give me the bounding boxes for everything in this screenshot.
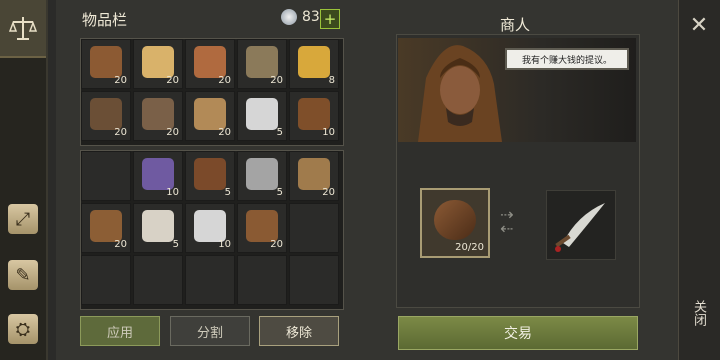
receive-slot[interactable] (546, 190, 616, 260)
item-quantity: 5 (276, 187, 283, 198)
offer-qty: 20/20 (455, 242, 484, 253)
gold-ring-icon (298, 46, 330, 78)
sidebar-item-scale[interactable] (0, 0, 46, 58)
left-sidebar: ⤢ ✎ ⛭ (0, 0, 48, 360)
inventory-slot[interactable]: 20 (81, 203, 131, 253)
empty-inventory-slot[interactable] (289, 203, 339, 253)
item-quantity: 20 (270, 239, 283, 250)
cloth-roll-icon (194, 98, 226, 130)
close-button[interactable]: 关闭 (688, 300, 708, 340)
backpack-icon: ⛭ (8, 314, 38, 344)
exchange-arrows-icon: ⇢ ⇠ (500, 205, 514, 238)
sidebar-item-scroll[interactable]: ✎ (0, 252, 46, 298)
scroll-icon: ✎ (8, 260, 38, 290)
empty-inventory-slot[interactable] (289, 255, 339, 305)
scale-icon (8, 17, 38, 40)
item-quantity: 20 (166, 127, 179, 138)
inventory-slot[interactable]: 20 (133, 39, 183, 89)
item-quantity: 20 (114, 75, 127, 86)
inventory-slot[interactable]: 20 (185, 39, 235, 89)
stone-block-icon (246, 158, 278, 190)
crossed-arrows-icon (298, 98, 330, 130)
item-quantity: 20 (166, 75, 179, 86)
leather-scroll-icon (90, 210, 122, 242)
wood-plank-icon (142, 98, 174, 130)
bead-string-icon (298, 158, 330, 190)
item-quantity: 5 (224, 187, 231, 198)
item-quantity: 20 (218, 127, 231, 138)
empty-inventory-slot[interactable] (185, 255, 235, 305)
inventory-slot[interactable]: 20 (81, 39, 131, 89)
trade-button[interactable]: 交易 (398, 316, 638, 350)
hide-icon (246, 210, 278, 242)
item-quantity: 20 (270, 75, 283, 86)
item-quantity: 10 (322, 127, 335, 138)
silver-coin-icon (281, 9, 297, 25)
item-quantity: 20 (322, 187, 335, 198)
skull-icon (142, 210, 174, 242)
merchant-title: 商人 (500, 16, 531, 34)
inventory-slot[interactable]: 5 (237, 91, 287, 141)
sidebar-item-backpack[interactable]: ⛭ (0, 306, 46, 352)
sidebar-item-map[interactable]: ⤢ (0, 196, 46, 242)
inventory-slot[interactable]: 10 (289, 91, 339, 141)
mirror-icon (246, 98, 278, 130)
apply-button[interactable]: 应用 (80, 316, 160, 346)
inventory-slot[interactable]: 20 (237, 39, 287, 89)
item-quantity: 10 (218, 239, 231, 250)
claws-icon (90, 46, 122, 78)
inventory-title: 物品栏 (82, 11, 128, 29)
item-quantity: 20 (218, 75, 231, 86)
inventory-slot[interactable]: 20 (289, 151, 339, 201)
item-quantity: 8 (328, 75, 335, 86)
merchant-speech-bubble: 我有个赚大钱的提议。 (505, 48, 629, 70)
inventory-slot[interactable]: 20 (185, 91, 235, 141)
close-icon[interactable]: ✕ (680, 13, 718, 38)
inventory-grid-top: 20 20 20 20 8 20 20 20 5 10 (80, 38, 344, 146)
empty-inventory-slot[interactable] (237, 255, 287, 305)
split-button[interactable]: 分割 (170, 316, 250, 346)
candle-icon (142, 46, 174, 78)
empty-inventory-slot[interactable] (133, 255, 183, 305)
inventory-slot[interactable]: 5 (185, 151, 235, 201)
item-quantity: 20 (114, 127, 127, 138)
empty-inventory-slot[interactable] (81, 255, 131, 305)
chain-icon (246, 46, 278, 78)
inventory-slot[interactable]: 20 (81, 91, 131, 141)
add-currency-button[interactable]: + (320, 9, 340, 29)
net-icon (142, 158, 174, 190)
map-icon: ⤢ (8, 204, 38, 234)
copper-ingot-icon (194, 46, 226, 78)
mug-icon (194, 158, 226, 190)
item-quantity: 20 (114, 239, 127, 250)
currency-amount: 83 (302, 9, 320, 25)
item-quantity: 5 (172, 239, 179, 250)
inventory-slot[interactable]: 20 (133, 91, 183, 141)
rope-coil-icon (90, 98, 122, 130)
curved-sword-icon (555, 203, 605, 252)
item-quantity: 5 (276, 127, 283, 138)
inventory-slot[interactable]: 8 (289, 39, 339, 89)
leather-strap-icon (434, 200, 476, 240)
inventory-slot[interactable]: 10 (133, 151, 183, 201)
item-quantity: 10 (166, 187, 179, 198)
offer-slot[interactable]: 20/20 (420, 188, 490, 258)
inventory-slot[interactable]: 5 (237, 151, 287, 201)
remove-button[interactable]: 移除 (259, 316, 339, 346)
inventory-slot[interactable]: 20 (237, 203, 287, 253)
salt-pile-icon (194, 210, 226, 242)
inventory-grid-bottom: 10 5 5 20 20 5 10 20 (80, 150, 344, 310)
inventory-slot[interactable]: 5 (133, 203, 183, 253)
empty-inventory-slot[interactable] (81, 151, 131, 201)
inventory-slot[interactable]: 10 (185, 203, 235, 253)
